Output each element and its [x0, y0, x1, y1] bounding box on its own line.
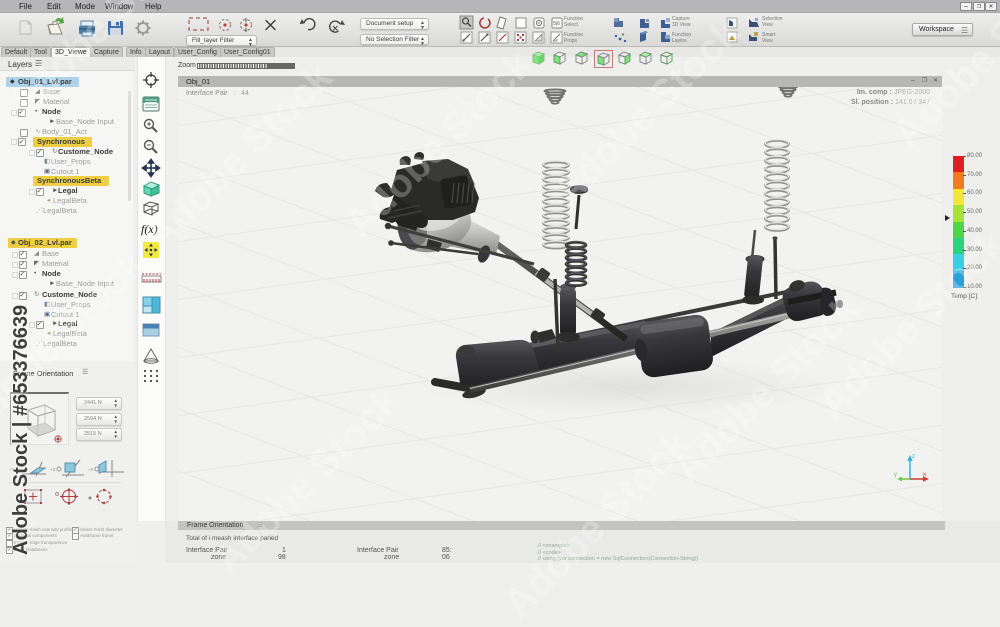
- svg-text:+Z: +Z: [50, 467, 56, 472]
- svg-text:+X: +X: [88, 467, 94, 472]
- svg-text:z: z: [912, 454, 915, 460]
- svg-text:y: y: [894, 472, 897, 478]
- svg-text:5|6: 5|6: [553, 21, 560, 27]
- svg-text:x: x: [923, 472, 926, 478]
- svg-text:f(x): f(x): [141, 222, 158, 236]
